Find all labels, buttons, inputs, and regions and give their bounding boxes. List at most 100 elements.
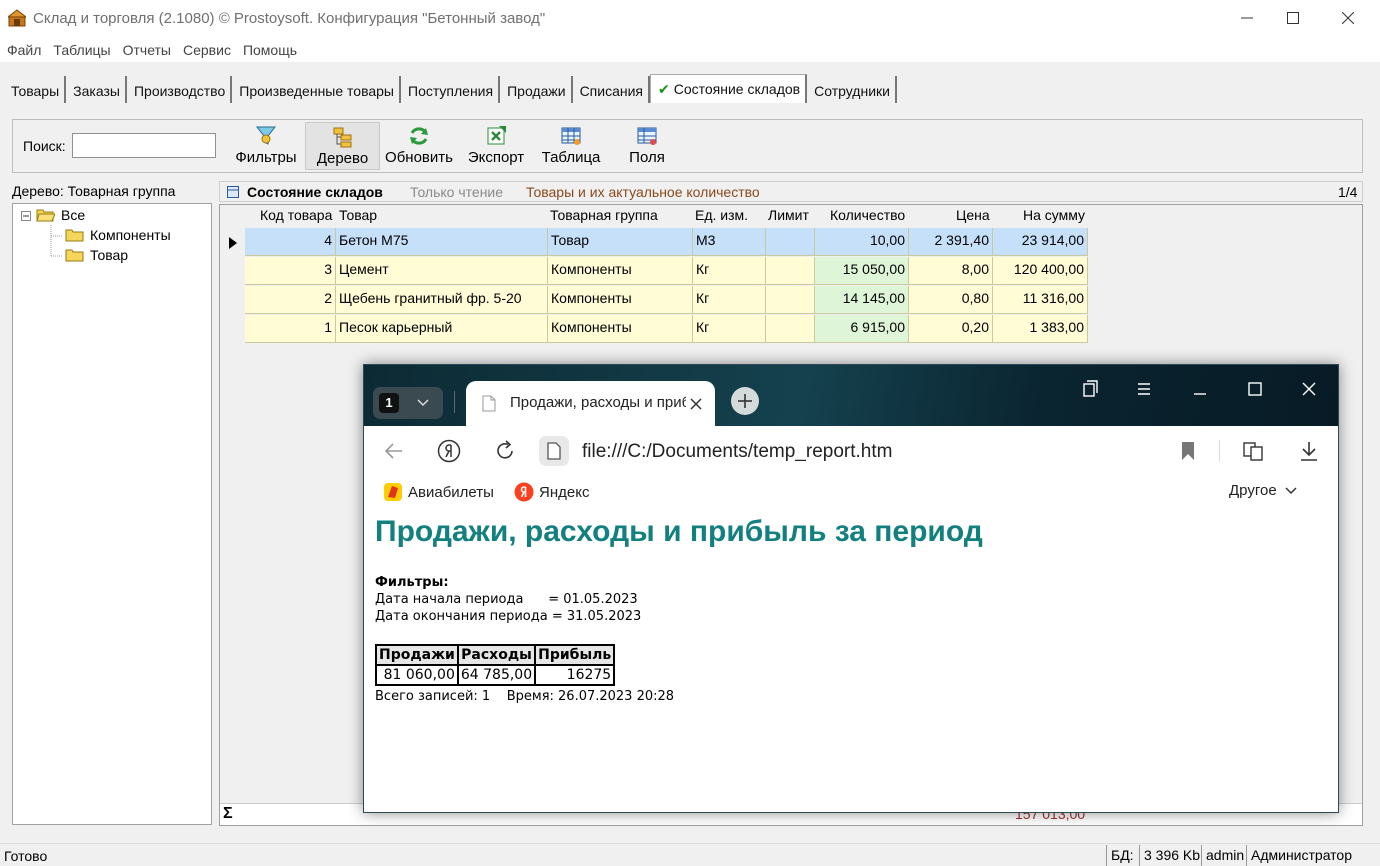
refresh-icon xyxy=(408,125,430,147)
menu-reports[interactable]: Отчеты xyxy=(118,38,176,62)
cell-unit[interactable]: Кг xyxy=(693,315,766,343)
tree-node-components[interactable]: Компоненты xyxy=(65,227,171,243)
menu-service[interactable]: Сервис xyxy=(178,38,236,62)
bookmark-icon[interactable] xyxy=(1181,441,1195,461)
browser-navbar: file:///C:/Documents/temp_report.htm xyxy=(364,426,1338,476)
browser-tab[interactable]: Продажи, расходы и прибыль за период xyxy=(466,381,715,427)
tab-sales[interactable]: Продажи xyxy=(500,76,573,103)
cell-unit[interactable]: Кг xyxy=(693,257,766,285)
table-row[interactable]: 4 Бетон М75 Товар М3 10,00 2 391,40 23 9… xyxy=(245,228,1088,257)
cell-name[interactable]: Бетон М75 xyxy=(336,228,548,256)
table-row[interactable]: 2 Щебень гранитный фр. 5-20 Компоненты К… xyxy=(245,286,1088,315)
tree-node-goods-label: Товар xyxy=(90,247,129,263)
col-header-code[interactable]: Код товара xyxy=(260,207,332,223)
cell-unit[interactable]: М3 xyxy=(693,228,766,256)
tab-receipts[interactable]: Поступления xyxy=(401,76,501,103)
cell-limit[interactable] xyxy=(766,228,815,256)
menu-file[interactable]: Файл xyxy=(2,38,46,62)
cell-unit[interactable]: Кг xyxy=(693,286,766,314)
bookmark-flights[interactable]: Авиабилеты xyxy=(383,482,494,502)
cell-qty[interactable]: 6 915,00 xyxy=(815,315,909,343)
collections-button[interactable] xyxy=(1072,375,1108,403)
cell-profit: 16275 xyxy=(534,664,616,686)
browser-maximize-button[interactable] xyxy=(1237,375,1273,403)
address-bar[interactable]: file:///C:/Documents/temp_report.htm xyxy=(582,441,892,463)
download-icon[interactable] xyxy=(1299,440,1319,462)
col-header-name[interactable]: Товар xyxy=(339,207,377,223)
site-info-button[interactable] xyxy=(539,436,569,466)
cell-price[interactable]: 8,00 xyxy=(909,257,993,285)
cell-code[interactable]: 1 xyxy=(245,315,336,343)
bookmark-yandex[interactable]: Яндекс xyxy=(514,482,589,502)
cell-sum[interactable]: 1 383,00 xyxy=(993,315,1088,343)
yandex-icon[interactable] xyxy=(437,439,461,463)
table-button[interactable]: Таблица xyxy=(538,122,604,170)
cell-qty[interactable]: 14 145,00 xyxy=(815,286,909,314)
tree-button[interactable]: Дерево xyxy=(305,122,380,170)
cell-group[interactable]: Товар xyxy=(548,228,693,256)
hamburger-icon xyxy=(1138,383,1150,395)
tab-produced-goods[interactable]: Произведенные товары xyxy=(232,76,401,103)
cell-sum[interactable]: 120 400,00 xyxy=(993,257,1088,285)
table-row[interactable]: 1 Песок карьерный Компоненты Кг 6 915,00… xyxy=(245,315,1088,344)
cell-name[interactable]: Щебень гранитный фр. 5-20 xyxy=(336,286,548,314)
search-input[interactable] xyxy=(72,133,216,158)
col-header-unit[interactable]: Ед. изм. xyxy=(695,207,748,223)
cell-limit[interactable] xyxy=(766,286,815,314)
current-row-arrow-icon xyxy=(229,237,237,249)
cell-price[interactable]: 0,20 xyxy=(909,315,993,343)
cell-sum[interactable]: 23 914,00 xyxy=(993,228,1088,256)
browser-close-button[interactable] xyxy=(1291,375,1327,403)
cell-name[interactable]: Песок карьерный xyxy=(336,315,548,343)
new-tab-button[interactable] xyxy=(731,387,759,415)
back-arrow-icon[interactable] xyxy=(384,442,404,460)
tab-goods[interactable]: Товары xyxy=(4,76,67,103)
menu-tables[interactable]: Таблицы xyxy=(48,38,115,62)
filters-button[interactable]: Фильтры xyxy=(233,122,299,170)
export-button[interactable]: Экспорт xyxy=(463,122,529,170)
browser-menu-button[interactable] xyxy=(1126,375,1162,403)
tab-close-icon[interactable] xyxy=(690,398,702,410)
col-header-qty[interactable]: Количество xyxy=(830,207,905,223)
tab-orders[interactable]: Заказы xyxy=(66,76,127,103)
table-row[interactable]: 3 Цемент Компоненты Кг 15 050,00 8,00 12… xyxy=(245,257,1088,286)
open-folder-icon xyxy=(36,208,56,222)
cell-group[interactable]: Компоненты xyxy=(548,315,693,343)
col-header-price[interactable]: Цена xyxy=(956,207,990,223)
reload-icon[interactable] xyxy=(494,440,516,462)
minimize-button[interactable] xyxy=(1224,0,1270,36)
refresh-button[interactable]: Обновить xyxy=(383,122,455,170)
cell-price[interactable]: 0,80 xyxy=(909,286,993,314)
other-bookmarks-button[interactable]: Другое xyxy=(1229,482,1297,499)
cell-name[interactable]: Цемент xyxy=(336,257,548,285)
cell-code[interactable]: 2 xyxy=(245,286,336,314)
report-table: Продажи Расходы Прибыль 81 060,00 64 785… xyxy=(375,644,616,686)
title-bar: Склад и торговля (2.1080) © Prostoysoft.… xyxy=(0,0,1380,38)
translate-icon[interactable] xyxy=(1242,440,1264,462)
menu-help[interactable]: Помощь xyxy=(238,38,302,62)
cell-sum[interactable]: 11 316,00 xyxy=(993,286,1088,314)
cell-qty[interactable]: 15 050,00 xyxy=(815,257,909,285)
cell-price[interactable]: 2 391,40 xyxy=(909,228,993,256)
cell-group[interactable]: Компоненты xyxy=(548,286,693,314)
close-button[interactable] xyxy=(1325,0,1371,36)
cell-code[interactable]: 4 xyxy=(245,228,336,256)
col-header-sum[interactable]: На сумму xyxy=(1023,207,1085,223)
tab-employees[interactable]: Сотрудники xyxy=(807,76,897,103)
maximize-button[interactable] xyxy=(1270,0,1316,36)
cell-qty[interactable]: 10,00 xyxy=(815,228,909,256)
tab-write-offs[interactable]: Списания xyxy=(573,76,650,103)
tab-production[interactable]: Производство xyxy=(127,76,233,103)
cell-limit[interactable] xyxy=(766,315,815,343)
tree-node-goods[interactable]: Товар xyxy=(65,247,128,263)
tree-node-all[interactable]: Все xyxy=(36,207,85,223)
col-header-limit[interactable]: Лимит xyxy=(768,207,809,223)
col-header-group[interactable]: Товарная группа xyxy=(550,207,658,223)
tab-count-button[interactable]: 1 xyxy=(373,387,443,419)
tab-stock-state[interactable]: ✔ Состояние складов xyxy=(650,74,808,103)
cell-group[interactable]: Компоненты xyxy=(548,257,693,285)
cell-code[interactable]: 3 xyxy=(245,257,336,285)
browser-minimize-button[interactable] xyxy=(1182,375,1218,403)
cell-limit[interactable] xyxy=(766,257,815,285)
fields-button[interactable]: Поля xyxy=(617,122,677,170)
